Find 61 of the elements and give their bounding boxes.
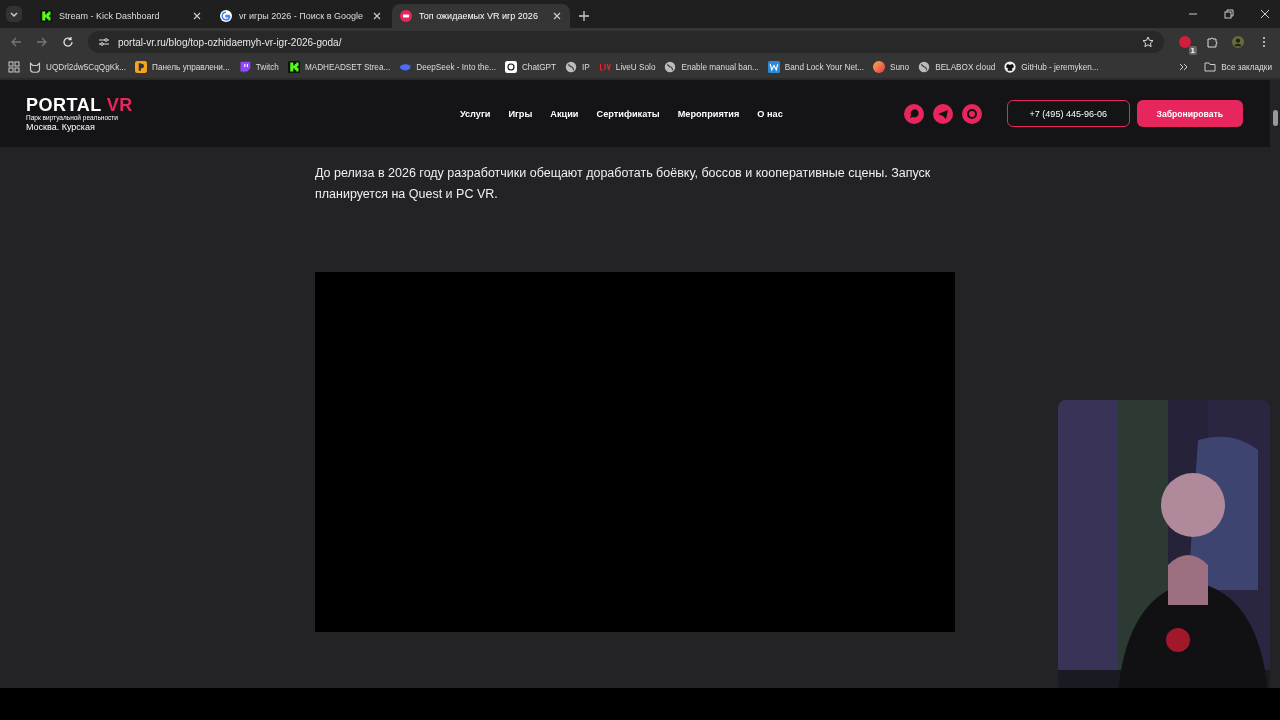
star-icon[interactable] xyxy=(1142,36,1154,48)
avatar-icon[interactable] xyxy=(1232,36,1244,48)
p-logo-icon xyxy=(135,61,148,73)
nav-link[interactable]: Сертификаты xyxy=(587,108,669,119)
location-label: Москва. Курская xyxy=(26,121,95,132)
tab-list-icon[interactable] xyxy=(6,6,22,22)
logo[interactable]: PORTAL VR xyxy=(26,95,133,114)
browser-tab[interactable]: Топ ожидаемых VR игр 2026 xyxy=(392,4,570,28)
browser-tab[interactable]: vr игры 2026 - Поиск в Google xyxy=(212,4,390,28)
bookmark[interactable]: Suno xyxy=(873,61,910,73)
forward-icon[interactable] xyxy=(36,36,48,48)
nav-link[interactable]: Акции xyxy=(541,108,588,119)
suno-icon xyxy=(873,61,886,73)
bookmark[interactable]: GitHub - jeremyken... xyxy=(1004,61,1099,73)
count-badge: 1 xyxy=(1188,46,1197,55)
restore-icon[interactable] xyxy=(1224,9,1234,19)
bookmark[interactable]: ChatGPT xyxy=(504,61,557,73)
bookmark[interactable]: Enable manual ban... xyxy=(664,61,759,73)
phone-bubble-icon[interactable] xyxy=(903,103,924,124)
k-logo-icon xyxy=(40,10,52,22)
phone-button[interactable]: +7 (495) 445-96-06 xyxy=(1006,100,1130,127)
bookmark[interactable]: Band Lock Your Net... xyxy=(767,61,865,73)
bookmark[interactable]: BELABOX cloud xyxy=(918,61,996,73)
vr-logo-icon xyxy=(400,10,412,22)
bookmark[interactable]: Twitch xyxy=(238,61,279,73)
w-logo-icon xyxy=(767,61,780,73)
paper-plane-icon[interactable] xyxy=(932,103,953,124)
book-button[interactable]: Забронировать xyxy=(1136,100,1243,127)
nav-link[interactable]: Игры xyxy=(499,108,542,119)
bookmark[interactable]: MADHEADSET Strea... xyxy=(287,61,391,73)
close-icon[interactable] xyxy=(1260,9,1270,19)
bookmark[interactable]: Панель управлени... xyxy=(135,61,230,73)
back-icon[interactable] xyxy=(10,36,22,48)
k-logo-icon xyxy=(287,61,300,73)
liveu-icon xyxy=(598,61,611,73)
cat-icon xyxy=(29,61,41,73)
apps-grid-icon[interactable] xyxy=(8,61,20,73)
nav-link[interactable]: Услуги xyxy=(450,108,500,119)
nav-link[interactable]: Мероприятия xyxy=(668,108,749,119)
folder-icon xyxy=(1204,61,1217,73)
puzzle-icon[interactable] xyxy=(1206,36,1218,48)
article-paragraph: До релиза в 2026 году разработчики обещают доработать боёвку, боссов и кооперативные сцены. Запуск планируется на Quest и PC VR. xyxy=(315,165,932,203)
twitch-icon xyxy=(238,61,251,73)
chatgpt-icon xyxy=(504,61,517,73)
browser-tab[interactable]: Stream - Kick Dashboard xyxy=(32,4,210,28)
close-tab-icon[interactable] xyxy=(552,11,562,21)
site-settings-icon[interactable] xyxy=(98,36,110,48)
g-logo-icon xyxy=(220,10,232,22)
reload-icon[interactable] xyxy=(62,36,74,48)
close-tab-icon[interactable] xyxy=(372,11,382,21)
bookmark[interactable]: IP xyxy=(565,61,590,73)
nav-link[interactable]: О нас xyxy=(748,108,792,119)
scrollbar-thumb[interactable] xyxy=(1273,110,1278,126)
close-tab-icon[interactable] xyxy=(192,11,202,21)
bookmark[interactable]: UQDrl2dw5CqQgKk... xyxy=(29,61,127,73)
all-bookmarks[interactable]: Все закладки xyxy=(1204,61,1272,73)
new-tab-icon[interactable] xyxy=(578,10,590,22)
bookmark[interactable]: DeepSeek - Into the... xyxy=(399,61,496,73)
address-bar[interactable]: portal-vr.ru/blog/top-ozhidaemyh-vr-igr-2026-goda/ xyxy=(88,31,1164,53)
bookmark[interactable]: LiveU Solo xyxy=(598,61,656,73)
github-icon xyxy=(1004,61,1017,73)
